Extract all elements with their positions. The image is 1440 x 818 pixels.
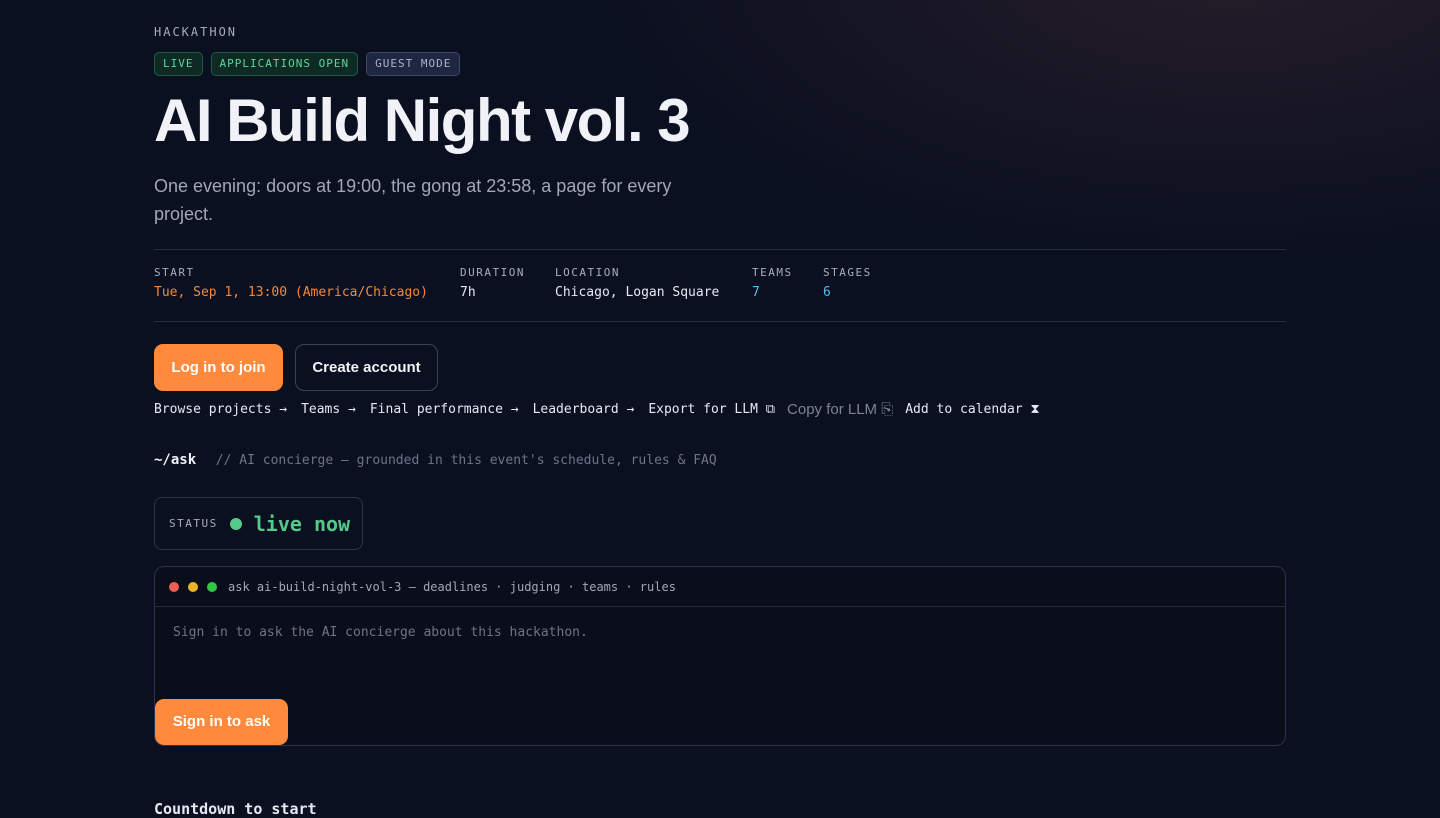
meta-duration-label: DURATION: [460, 266, 525, 279]
window-minimize-dot-icon: [188, 581, 198, 592]
login-to-join-button[interactable]: Log in to join: [154, 344, 283, 391]
meta-stages-label: STAGES: [823, 266, 872, 279]
guest-mode-badge: GUEST MODE: [366, 52, 461, 76]
meta-start: START Tue, Sep 1, 13:00 (America/Chicago…: [154, 266, 428, 300]
divider-bottom: [154, 321, 1286, 322]
meta-duration: DURATION 7h: [460, 266, 525, 300]
badge-row: LIVE APPLICATIONS OPEN GUEST MODE: [154, 52, 461, 76]
add-to-calendar-link[interactable]: Add to calendar ⧗: [905, 402, 1039, 417]
status-label: STATUS: [169, 517, 218, 530]
terminal-header: ask ai-build-night-vol-3 — deadlines · j…: [155, 567, 1285, 607]
page-title: AI Build Night vol. 3: [154, 87, 691, 154]
sign-in-to-ask-button[interactable]: Sign in to ask: [155, 699, 288, 745]
quick-links: Browse projects → Teams → Final performa…: [154, 401, 1054, 418]
meta-start-label: START: [154, 266, 195, 279]
meta-teams-value: 7: [752, 285, 760, 300]
terminal-placeholder: Sign in to ask the AI concierge about th…: [173, 625, 588, 640]
meta-stages: STAGES 6: [823, 266, 872, 300]
meta-teams-label: TEAMS: [752, 266, 793, 279]
teams-link[interactable]: Teams →: [301, 402, 356, 417]
create-account-button[interactable]: Create account: [295, 344, 438, 391]
eyebrow: HACKATHON: [154, 25, 238, 39]
divider-top: [154, 249, 1286, 250]
leaderboard-link[interactable]: Leaderboard →: [533, 402, 635, 417]
meta-location-label: LOCATION: [555, 266, 620, 279]
window-maximize-dot-icon: [207, 581, 217, 592]
ask-terminal: ask ai-build-night-vol-3 — deadlines · j…: [154, 566, 1286, 746]
meta-start-value: Tue, Sep 1, 13:00 (America/Chicago): [154, 285, 428, 300]
meta-stages-value: 6: [823, 285, 831, 300]
copy-for-llm-button[interactable]: Copy for LLM ⎘: [787, 401, 893, 418]
ask-header: ~/ask // AI concierge — grounded in this…: [154, 449, 717, 468]
export-for-llm-link[interactable]: Export for LLM ⧉: [648, 402, 775, 417]
meta-duration-value: 7h: [460, 285, 476, 300]
status-dot-icon: [229, 517, 242, 530]
ask-description: // AI concierge — grounded in this event…: [215, 453, 717, 468]
section-heading: Countdown to start: [154, 800, 317, 818]
browse-projects-link[interactable]: Browse projects →: [154, 402, 287, 417]
page-subtitle: One evening: doors at 19:00, the gong at…: [154, 176, 672, 224]
terminal-title: ask ai-build-night-vol-3 — deadlines · j…: [228, 579, 676, 594]
applications-open-badge: APPLICATIONS OPEN: [210, 52, 359, 76]
final-performance-link[interactable]: Final performance →: [370, 402, 519, 417]
meta-teams: TEAMS 7: [752, 266, 793, 300]
live-badge: LIVE: [154, 52, 203, 76]
ask-command: ~/ask: [154, 452, 197, 468]
window-close-dot-icon: [169, 581, 179, 592]
status-card: STATUS live now: [154, 497, 363, 550]
meta-location-value: Chicago, Logan Square: [555, 285, 720, 300]
status-value: live now: [253, 511, 351, 536]
meta-location: LOCATION Chicago, Logan Square: [555, 266, 719, 300]
